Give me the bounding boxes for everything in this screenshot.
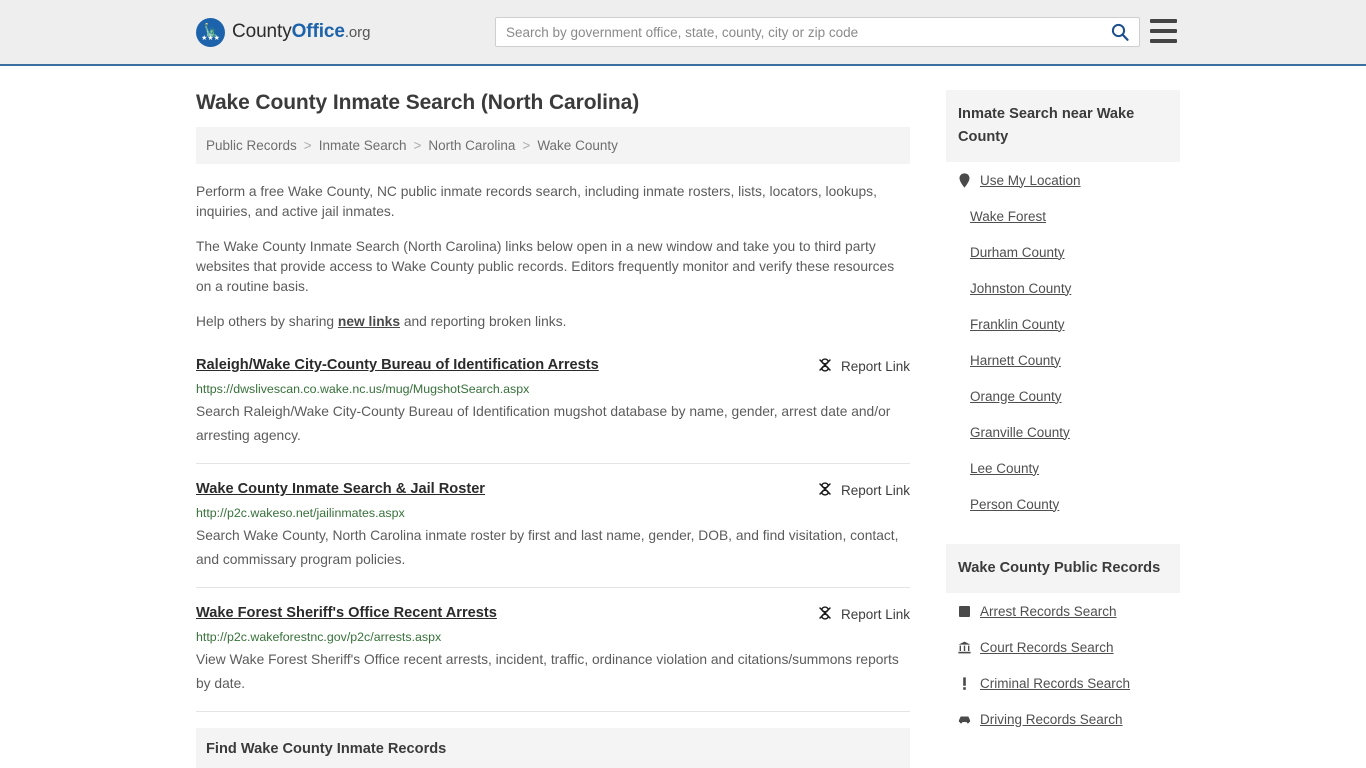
map-pin-icon <box>958 172 971 188</box>
sidebar-item-johnston-county[interactable]: Johnston County <box>946 270 1180 306</box>
sidebar-link[interactable]: Arrest Records Search <box>980 604 1117 619</box>
sidebar-link[interactable]: Person County <box>970 497 1059 512</box>
result-item: Raleigh/Wake City-County Bureau of Ident… <box>196 356 910 464</box>
intro-text: Perform a free Wake County, NC public in… <box>196 182 910 332</box>
result-item: Wake County Inmate Search & Jail Roster … <box>196 480 910 588</box>
result-item: Wake Forest Sheriff's Office Recent Arre… <box>196 604 910 712</box>
breadcrumb-item-inmate-search[interactable]: Inmate Search <box>319 138 407 153</box>
report-link-button[interactable]: Report Link <box>817 356 910 376</box>
sidebar-item-person-county[interactable]: Person County <box>946 486 1180 522</box>
exclamation-icon <box>958 676 971 690</box>
search-icon <box>1111 23 1129 41</box>
fingerprint-square-icon <box>958 605 971 617</box>
sidebar-link[interactable]: Johnston County <box>970 281 1071 296</box>
search-button[interactable] <box>1107 23 1139 41</box>
site-logo-link[interactable]: 🗽 ★★★ CountyOffice.org <box>196 17 370 47</box>
sidebar-link[interactable]: Orange County <box>970 389 1062 404</box>
result-url[interactable]: http://p2c.wakeforestnc.gov/p2c/arrests.… <box>196 630 910 645</box>
result-list: Raleigh/Wake City-County Bureau of Ident… <box>196 356 910 712</box>
report-link-button[interactable]: Report Link <box>817 604 910 624</box>
breadcrumb-item-wake-county[interactable]: Wake County <box>537 138 618 153</box>
breadcrumb-item-public-records[interactable]: Public Records <box>206 138 297 153</box>
result-title-link[interactable]: Raleigh/Wake City-County Bureau of Ident… <box>196 356 599 375</box>
intro-paragraph-2: The Wake County Inmate Search (North Car… <box>196 239 895 294</box>
broken-link-icon <box>817 481 833 500</box>
sidebar-item-criminal-records-search[interactable]: Criminal Records Search <box>946 665 1180 701</box>
sidebar-item-harnett-county[interactable]: Harnett County <box>946 342 1180 378</box>
site-header: 🗽 ★★★ CountyOffice.org <box>0 0 1366 66</box>
brand-office: Office <box>291 21 345 42</box>
intro-p3-after: and reporting broken links. <box>400 314 567 329</box>
brand-text: CountyOffice.org <box>232 21 370 43</box>
sidebar-item-lee-county[interactable]: Lee County <box>946 450 1180 486</box>
result-description: Search Wake County, North Carolina inmat… <box>196 528 899 567</box>
hamburger-bar-2 <box>1150 29 1177 33</box>
sidebar-link[interactable]: Court Records Search <box>980 640 1114 655</box>
breadcrumb-item-north-carolina[interactable]: North Carolina <box>428 138 515 153</box>
sidebar-item-wake-forest[interactable]: Wake Forest <box>946 198 1180 234</box>
hamburger-bar-3 <box>1150 39 1177 43</box>
sidebar-link[interactable]: Granville County <box>970 425 1070 440</box>
sidebar-item-orange-county[interactable]: Orange County <box>946 378 1180 414</box>
courthouse-icon <box>958 641 971 654</box>
inmate-search-near-box: Inmate Search near Wake County Use My Lo… <box>946 90 1180 522</box>
sidebar-link[interactable]: Criminal Records Search <box>980 676 1130 691</box>
inmate-search-near-title: Inmate Search near Wake County <box>946 90 1180 162</box>
broken-link-icon <box>817 605 833 624</box>
car-icon <box>958 715 971 724</box>
find-records-heading: Find Wake County Inmate Records <box>196 728 910 768</box>
result-url[interactable]: http://p2c.wakeso.net/jailinmates.aspx <box>196 506 910 521</box>
result-description: Search Raleigh/Wake City-County Bureau o… <box>196 404 891 443</box>
eagle-shield-logo-icon: 🗽 ★★★ <box>196 17 225 47</box>
result-description: View Wake Forest Sheriff's Office recent… <box>196 652 899 691</box>
sidebar-item-court-records-search[interactable]: Court Records Search <box>946 629 1180 665</box>
sidebar-link[interactable]: Franklin County <box>970 317 1065 332</box>
new-links-link[interactable]: new links <box>338 314 400 329</box>
breadcrumb-separator: > <box>522 138 531 153</box>
brand-county: County <box>232 21 292 42</box>
sidebar-item-arrest-records-search[interactable]: Arrest Records Search <box>946 593 1180 629</box>
sidebar-item-granville-county[interactable]: Granville County <box>946 414 1180 450</box>
sidebar-item-driving-records-search[interactable]: Driving Records Search <box>946 701 1180 737</box>
report-link-label: Report Link <box>840 359 910 374</box>
sidebar-item-franklin-county[interactable]: Franklin County <box>946 306 1180 342</box>
public-records-title: Wake County Public Records <box>946 544 1180 593</box>
sidebar-item-durham-county[interactable]: Durham County <box>946 234 1180 270</box>
sidebar-link[interactable]: Durham County <box>970 245 1065 260</box>
inmate-search-near-list: Use My Location Wake Forest Durham Count… <box>946 162 1180 522</box>
report-link-button[interactable]: Report Link <box>817 480 910 500</box>
report-link-label: Report Link <box>840 483 910 498</box>
main-content: Wake County Inmate Search (North Carolin… <box>196 66 910 768</box>
breadcrumb: Public Records > Inmate Search > North C… <box>196 127 910 164</box>
result-url[interactable]: https://dwslivescan.co.wake.nc.us/mug/Mu… <box>196 382 910 397</box>
sidebar: Inmate Search near Wake County Use My Lo… <box>946 66 1180 737</box>
search-bar <box>495 17 1140 47</box>
breadcrumb-separator: > <box>303 138 312 153</box>
page-title: Wake County Inmate Search (North Carolin… <box>196 91 640 114</box>
hamburger-menu-button[interactable] <box>1150 19 1177 43</box>
sidebar-item-use-my-location[interactable]: Use My Location <box>946 162 1180 198</box>
sidebar-link[interactable]: Use My Location <box>980 173 1081 188</box>
broken-link-icon <box>817 357 833 376</box>
page-container: Wake County Inmate Search (North Carolin… <box>0 66 1366 768</box>
result-title-link[interactable]: Wake Forest Sheriff's Office Recent Arre… <box>196 604 497 623</box>
sidebar-link[interactable]: Lee County <box>970 461 1039 476</box>
search-input[interactable] <box>496 18 1107 46</box>
public-records-list: Arrest Records Search Court Records Sear… <box>946 593 1180 737</box>
breadcrumb-separator: > <box>413 138 422 153</box>
public-records-box: Wake County Public Records Arrest Record… <box>946 544 1180 737</box>
brand-org: .org <box>344 24 371 41</box>
hamburger-bar-1 <box>1150 19 1177 23</box>
intro-p3-before: Help others by sharing <box>196 314 338 329</box>
sidebar-link[interactable]: Harnett County <box>970 353 1061 368</box>
sidebar-link[interactable]: Wake Forest <box>970 209 1046 224</box>
report-link-label: Report Link <box>840 607 910 622</box>
result-title-link[interactable]: Wake County Inmate Search & Jail Roster <box>196 480 485 499</box>
sidebar-link[interactable]: Driving Records Search <box>980 712 1123 727</box>
intro-paragraph-1: Perform a free Wake County, NC public in… <box>196 184 877 219</box>
intro-paragraph-3: Help others by sharing new links and rep… <box>196 312 910 332</box>
